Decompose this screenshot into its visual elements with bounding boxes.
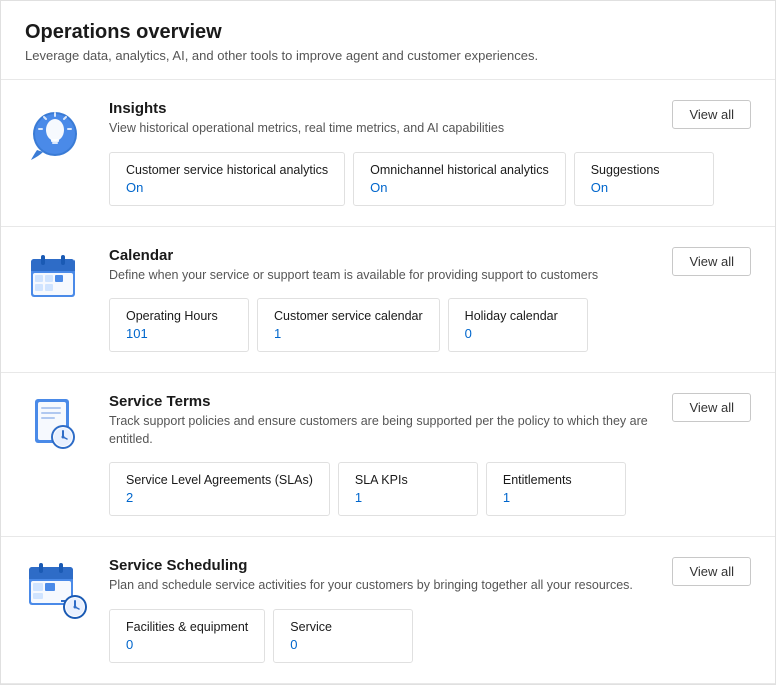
svg-text:✦: ✦ (69, 253, 77, 264)
calendar-icon: ✦ (25, 247, 89, 311)
card-entitlements-label: Entitlements (503, 473, 609, 487)
service-terms-desc: Track support policies and ensure custom… (109, 413, 669, 448)
card-omnichannel-analytics[interactable]: Omnichannel historical analytics On (353, 152, 566, 206)
service-terms-section: Service Terms Track support policies and… (1, 373, 775, 537)
card-sla-kpis-label: SLA KPIs (355, 473, 461, 487)
service-scheduling-cards: Facilities & equipment 0 Service 0 (109, 609, 751, 663)
page-title: Operations overview (25, 21, 751, 44)
card-service-calendar-label: Customer service calendar (274, 309, 423, 323)
service-scheduling-icon (25, 557, 89, 621)
service-terms-view-all-button[interactable]: View all (672, 393, 751, 422)
card-service-calendar[interactable]: Customer service calendar 1 (257, 298, 440, 352)
card-historical-analytics[interactable]: Customer service historical analytics On (109, 152, 345, 206)
card-sla-label: Service Level Agreements (SLAs) (126, 473, 313, 487)
card-service[interactable]: Service 0 (273, 609, 413, 663)
service-scheduling-desc: Plan and schedule service activities for… (109, 577, 633, 595)
card-facilities-label: Facilities & equipment (126, 620, 248, 634)
card-omnichannel-analytics-label: Omnichannel historical analytics (370, 163, 549, 177)
page-subtitle: Leverage data, analytics, AI, and other … (25, 48, 751, 63)
service-scheduling-title: Service Scheduling (109, 557, 633, 574)
card-sla[interactable]: Service Level Agreements (SLAs) 2 (109, 462, 330, 516)
card-facilities-value: 0 (126, 637, 248, 652)
service-terms-icon (25, 393, 89, 457)
insights-text: Insights View historical operational met… (109, 100, 504, 138)
card-operating-hours[interactable]: Operating Hours 101 (109, 298, 249, 352)
card-suggestions-value: On (591, 180, 697, 195)
service-scheduling-content: Service Scheduling Plan and schedule ser… (109, 557, 751, 663)
card-service-value: 0 (290, 637, 396, 652)
service-scheduling-header: Service Scheduling Plan and schedule ser… (109, 557, 751, 595)
calendar-view-all-button[interactable]: View all (672, 247, 751, 276)
card-service-label: Service (290, 620, 396, 634)
card-operating-hours-value: 101 (126, 326, 232, 341)
service-terms-text: Service Terms Track support policies and… (109, 393, 669, 448)
page-container: Operations overview Leverage data, analy… (0, 0, 776, 685)
calendar-desc: Define when your service or support team… (109, 267, 598, 285)
insights-content: Insights View historical operational met… (109, 100, 751, 206)
card-entitlements[interactable]: Entitlements 1 (486, 462, 626, 516)
service-terms-cards: Service Level Agreements (SLAs) 2 SLA KP… (109, 462, 751, 516)
service-scheduling-section: Service Scheduling Plan and schedule ser… (1, 537, 775, 684)
service-terms-header: Service Terms Track support policies and… (109, 393, 751, 448)
card-historical-analytics-label: Customer service historical analytics (126, 163, 328, 177)
calendar-title: Calendar (109, 247, 598, 264)
page-header: Operations overview Leverage data, analy… (1, 1, 775, 80)
insights-desc: View historical operational metrics, rea… (109, 120, 504, 138)
insights-view-all-button[interactable]: View all (672, 100, 751, 129)
card-suggestions-label: Suggestions (591, 163, 697, 177)
calendar-header: Calendar Define when your service or sup… (109, 247, 751, 285)
card-sla-kpis[interactable]: SLA KPIs 1 (338, 462, 478, 516)
card-entitlements-value: 1 (503, 490, 609, 505)
insights-section: Insights View historical operational met… (1, 80, 775, 227)
calendar-section: ✦ Calendar Define when your service or s… (1, 227, 775, 374)
insights-cards: Customer service historical analytics On… (109, 152, 751, 206)
card-omnichannel-analytics-value: On (370, 180, 549, 195)
card-operating-hours-label: Operating Hours (126, 309, 232, 323)
service-terms-title: Service Terms (109, 393, 669, 410)
card-historical-analytics-value: On (126, 180, 328, 195)
card-suggestions[interactable]: Suggestions On (574, 152, 714, 206)
insights-header: Insights View historical operational met… (109, 100, 751, 138)
calendar-cards: Operating Hours 101 Customer service cal… (109, 298, 751, 352)
card-holiday-calendar-value: 0 (465, 326, 571, 341)
service-scheduling-text: Service Scheduling Plan and schedule ser… (109, 557, 633, 595)
card-sla-value: 2 (126, 490, 313, 505)
service-terms-content: Service Terms Track support policies and… (109, 393, 751, 516)
insights-icon (25, 100, 89, 164)
insights-title: Insights (109, 100, 504, 117)
card-sla-kpis-value: 1 (355, 490, 461, 505)
service-scheduling-view-all-button[interactable]: View all (672, 557, 751, 586)
card-holiday-calendar-label: Holiday calendar (465, 309, 571, 323)
card-service-calendar-value: 1 (274, 326, 423, 341)
calendar-text: Calendar Define when your service or sup… (109, 247, 598, 285)
card-holiday-calendar[interactable]: Holiday calendar 0 (448, 298, 588, 352)
calendar-content: Calendar Define when your service or sup… (109, 247, 751, 353)
card-facilities[interactable]: Facilities & equipment 0 (109, 609, 265, 663)
